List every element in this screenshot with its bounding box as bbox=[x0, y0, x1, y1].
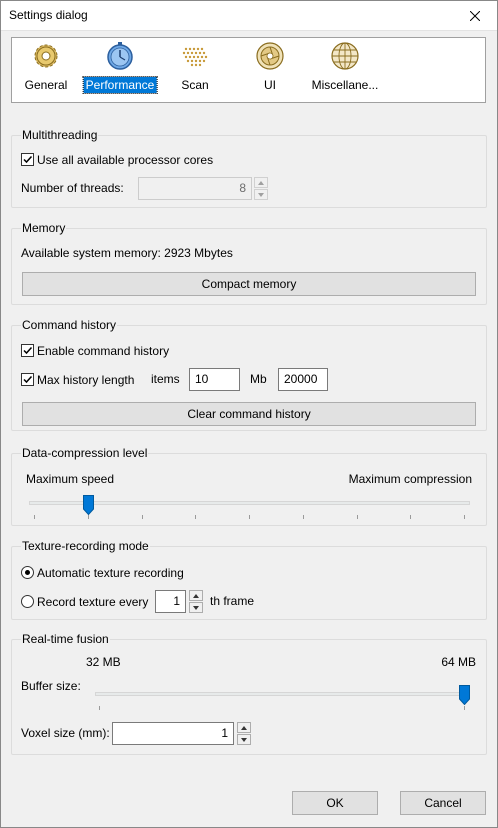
compression-tick bbox=[34, 515, 35, 519]
group-title: Data-compression level bbox=[21, 446, 149, 460]
tab-label: Performance bbox=[82, 76, 158, 94]
tab-label: General bbox=[24, 78, 68, 92]
record-every-radio[interactable] bbox=[21, 595, 34, 608]
clear-history-button[interactable]: Clear command history bbox=[22, 402, 476, 426]
chevron-down-icon bbox=[241, 737, 247, 742]
mb-input[interactable]: 20000 bbox=[278, 368, 328, 391]
tab-label: Scan bbox=[181, 78, 209, 92]
chevron-up-icon bbox=[241, 725, 247, 730]
buffer-slider-track bbox=[95, 692, 470, 696]
automatic-texture-label: Automatic texture recording bbox=[37, 566, 184, 580]
threads-stepper[interactable] bbox=[254, 177, 268, 200]
frame-interval-stepper[interactable] bbox=[189, 590, 203, 613]
compression-tick bbox=[195, 515, 197, 519]
compression-tick bbox=[87, 515, 89, 519]
buffer-slider-thumb[interactable] bbox=[459, 685, 470, 706]
buffer-tick-start bbox=[99, 706, 100, 710]
chevron-down-icon bbox=[193, 605, 199, 610]
chevron-up-icon bbox=[193, 593, 199, 598]
mb-label: Mb bbox=[250, 372, 267, 386]
items-label: items bbox=[151, 372, 180, 386]
spin-up-button[interactable] bbox=[254, 177, 268, 188]
tab-performance[interactable]: Performance bbox=[82, 41, 158, 99]
chevron-up-icon bbox=[258, 180, 264, 185]
threads-label: Number of threads: bbox=[21, 181, 124, 195]
compression-tick bbox=[141, 515, 143, 519]
tab-label: Miscellane... bbox=[311, 78, 379, 92]
buffer-min-label: 32 MB bbox=[86, 655, 121, 669]
buffer-tick-end bbox=[464, 706, 465, 710]
group-title: Command history bbox=[21, 318, 118, 332]
tab-ui[interactable]: UI bbox=[233, 41, 307, 99]
scan-dots-icon bbox=[182, 47, 208, 67]
tab-general[interactable]: General bbox=[9, 41, 83, 99]
window-title: Settings dialog bbox=[9, 8, 88, 22]
compression-tick bbox=[302, 515, 304, 519]
checkmark-icon bbox=[23, 375, 33, 384]
voxel-size-input[interactable]: 1 bbox=[112, 722, 234, 745]
category-tab-bar: General Performance Scan UI Miscellane..… bbox=[11, 37, 486, 103]
close-icon bbox=[470, 10, 480, 21]
frame-interval-input[interactable]: 1 bbox=[155, 590, 186, 613]
compression-tick bbox=[356, 515, 358, 519]
multithreading-group: Multithreading Use all available process… bbox=[11, 128, 487, 208]
cancel-button[interactable]: Cancel bbox=[400, 791, 486, 815]
group-title: Memory bbox=[21, 221, 67, 235]
checkmark-icon bbox=[23, 346, 33, 355]
compression-tick bbox=[249, 515, 250, 519]
group-title: Multithreading bbox=[21, 128, 99, 142]
texture-group: Texture-recording mode Automatic texture… bbox=[11, 539, 487, 620]
spin-up-button[interactable] bbox=[237, 722, 251, 733]
use-all-cores-label: Use all available processor cores bbox=[37, 153, 214, 167]
globe-icon bbox=[331, 42, 359, 70]
group-title: Real-time fusion bbox=[21, 632, 110, 646]
checkmark-icon bbox=[23, 155, 33, 164]
memory-group: Memory Available system memory: 2923 Mby… bbox=[11, 221, 487, 305]
buffer-max-label: 64 MB bbox=[441, 655, 476, 669]
compression-min-label: Maximum speed bbox=[26, 472, 115, 486]
tab-label: UI bbox=[264, 78, 276, 92]
tab-scan[interactable]: Scan bbox=[158, 41, 232, 99]
fusion-group: Real-time fusion 32 MB 64 MB Buffer size… bbox=[11, 632, 487, 755]
available-memory-text: Available system memory: 2923 Mbytes bbox=[21, 246, 233, 260]
voxel-size-label: Voxel size (mm): bbox=[21, 726, 110, 740]
aperture-icon bbox=[256, 42, 284, 70]
close-button[interactable] bbox=[452, 0, 498, 31]
compact-memory-button[interactable]: Compact memory bbox=[22, 272, 476, 296]
chevron-down-icon bbox=[258, 192, 264, 197]
spin-down-button[interactable] bbox=[189, 602, 203, 613]
compression-max-label: Maximum compression bbox=[348, 472, 472, 486]
enable-history-checkbox[interactable] bbox=[21, 344, 34, 357]
compression-tick bbox=[410, 515, 412, 519]
spin-down-button[interactable] bbox=[254, 189, 268, 200]
use-all-cores-checkbox[interactable] bbox=[21, 153, 34, 166]
voxel-size-stepper[interactable] bbox=[237, 722, 251, 745]
tab-miscellaneous[interactable]: Miscellane... bbox=[308, 41, 382, 99]
compression-slider-track bbox=[29, 501, 470, 505]
automatic-texture-radio[interactable] bbox=[21, 566, 34, 579]
buffer-size-label: Buffer size: bbox=[21, 679, 81, 693]
command-history-group: Command history Enable command history M… bbox=[11, 318, 487, 431]
group-title: Texture-recording mode bbox=[21, 539, 150, 553]
compression-group: Data-compression level Maximum speed Max… bbox=[11, 446, 487, 526]
max-history-label: Max history length bbox=[37, 373, 135, 387]
items-input[interactable]: 10 bbox=[189, 368, 240, 391]
spin-down-button[interactable] bbox=[237, 734, 251, 745]
ok-button[interactable]: OK bbox=[292, 791, 378, 815]
enable-history-label: Enable command history bbox=[37, 344, 170, 358]
threads-input[interactable]: 8 bbox=[138, 177, 252, 200]
gear-icon bbox=[34, 44, 58, 68]
title-bar: Settings dialog bbox=[0, 0, 498, 31]
record-every-label: Record texture every bbox=[37, 595, 149, 609]
compression-tick bbox=[464, 515, 465, 519]
max-history-checkbox[interactable] bbox=[21, 373, 34, 386]
compression-slider-thumb[interactable] bbox=[82, 495, 94, 516]
frame-suffix-label: th frame bbox=[210, 594, 255, 608]
spin-up-button[interactable] bbox=[189, 590, 203, 601]
stopwatch-icon bbox=[107, 42, 133, 70]
